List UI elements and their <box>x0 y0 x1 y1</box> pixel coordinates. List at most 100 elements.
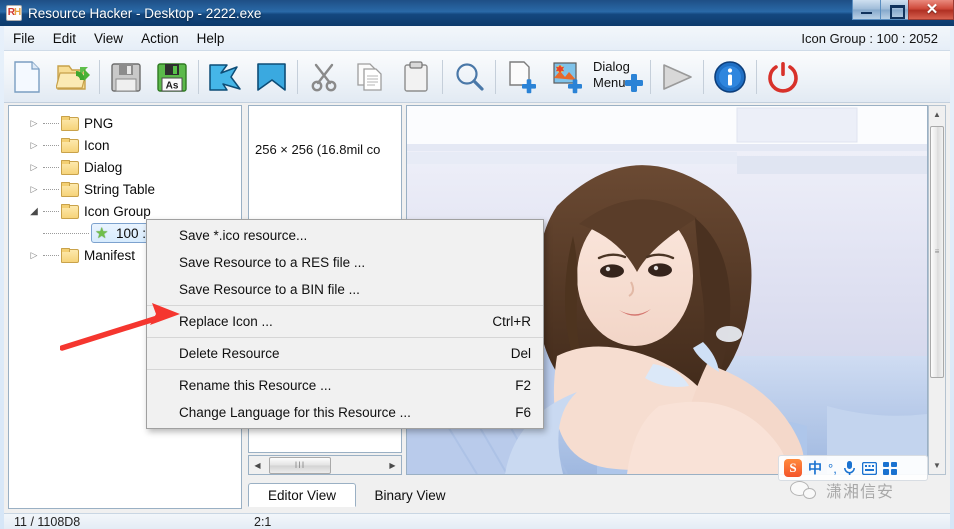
maximize-button[interactable] <box>880 0 909 20</box>
vscroll-thumb[interactable]: ≡ <box>930 126 944 378</box>
folder-icon <box>61 248 78 262</box>
scissors-icon <box>308 61 340 93</box>
tree-connector <box>43 211 59 212</box>
context-menu-item-rename-resource[interactable]: Rename this Resource ... F2 <box>147 372 543 399</box>
sogou-logo-icon[interactable]: S <box>784 459 802 477</box>
minimize-button[interactable] <box>852 0 881 20</box>
new-file-button[interactable] <box>4 54 50 100</box>
open-file-button[interactable] <box>50 54 96 100</box>
magnifier-icon <box>453 61 485 93</box>
expander-icon[interactable]: ▷ <box>25 184 43 195</box>
new-file-icon <box>12 60 42 94</box>
image-dimensions-label: 256 × 256 (16.8mil co <box>255 142 380 157</box>
context-menu-item-delete-resource[interactable]: Delete Resource Del <box>147 340 543 367</box>
toolbar-separator <box>297 60 298 94</box>
menu-separator <box>147 305 543 306</box>
menu-help[interactable]: Help <box>188 28 234 49</box>
vertical-scrollbar[interactable]: ▲ ≡ ▼ <box>928 105 946 475</box>
copy-pages-icon <box>354 61 386 93</box>
add-binary-button[interactable] <box>499 54 545 100</box>
dialog-menu-line2: Menu <box>593 75 626 90</box>
menu-item-label: Save Resource to a RES file ... <box>179 255 365 270</box>
context-menu-item-save-ico[interactable]: Save *.ico resource... <box>147 222 543 249</box>
vscroll-grip-icon: ≡ <box>935 251 940 253</box>
horizontal-scrollbar[interactable]: ◀ III ▶ <box>248 455 402 475</box>
tree-item-icon[interactable]: ▷ Icon <box>13 134 241 156</box>
cut-button[interactable] <box>301 54 347 100</box>
paste-button[interactable] <box>393 54 439 100</box>
copy-button[interactable] <box>347 54 393 100</box>
save-as-button[interactable]: As <box>149 54 195 100</box>
context-menu-item-save-bin[interactable]: Save Resource to a BIN file ... <box>147 276 543 303</box>
collapse-icon[interactable]: ◢ <box>25 206 43 217</box>
window-controls: ✕ <box>853 0 954 26</box>
add-resource-icon <box>505 60 539 94</box>
context-menu-item-save-res[interactable]: Save Resource to a RES file ... <box>147 249 543 276</box>
scroll-right-arrow-icon[interactable]: ▶ <box>384 457 401 474</box>
hscroll-thumb[interactable]: III <box>269 457 331 474</box>
expander-icon[interactable]: ▷ <box>25 250 43 261</box>
tab-label: Binary View <box>374 488 445 503</box>
resource-context-menu[interactable]: Save *.ico resource... Save Resource to … <box>146 219 544 429</box>
tree-item-png[interactable]: ▷ PNG <box>13 112 241 134</box>
close-icon: ✕ <box>909 0 954 20</box>
find-button[interactable] <box>446 54 492 100</box>
menu-view[interactable]: View <box>85 28 132 49</box>
tree-item-dialog[interactable]: ▷ Dialog <box>13 156 241 178</box>
ime-mode-chinese[interactable]: 中 <box>808 458 822 478</box>
tree-item-label: Icon <box>84 138 110 153</box>
tab-editor-view[interactable]: Editor View <box>248 483 356 507</box>
toolbar-separator <box>442 60 443 94</box>
tab-binary-view[interactable]: Binary View <box>356 483 464 507</box>
menu-separator <box>147 369 543 370</box>
context-menu-item-replace-icon[interactable]: Replace Icon ... Ctrl+R <box>147 308 543 335</box>
menu-edit[interactable]: Edit <box>44 28 85 49</box>
expander-icon[interactable]: ▷ <box>25 140 43 151</box>
status-offset: 11 / 1108D8 <box>4 515 248 529</box>
menu-item-label: Replace Icon ... <box>179 314 273 329</box>
folder-icon <box>61 138 78 152</box>
keyboard-icon[interactable] <box>862 462 877 475</box>
toolbar-separator <box>756 60 757 94</box>
ime-punctuation-icon[interactable]: °, <box>828 461 837 476</box>
tree-item-string-table[interactable]: ▷ String Table <box>13 178 241 200</box>
status-bar: 11 / 1108D8 2:1 <box>4 513 950 529</box>
green-star-icon: ★ <box>95 226 110 241</box>
tree-item-label: Icon Group <box>84 204 151 219</box>
menu-action[interactable]: Action <box>132 28 188 49</box>
folder-icon <box>61 182 78 196</box>
run-button[interactable] <box>654 54 700 100</box>
exit-button[interactable] <box>760 54 806 100</box>
plus-badge-icon <box>625 74 643 92</box>
apps-grid-icon[interactable] <box>883 462 897 475</box>
tree-item-label: Manifest <box>84 248 135 263</box>
microphone-icon[interactable] <box>843 460 856 476</box>
tree-item-label: String Table <box>84 182 155 197</box>
window-title: Resource Hacker - Desktop - 2222.exe <box>28 6 853 21</box>
app-icon: RH <box>6 5 22 21</box>
dialog-menu-button[interactable]: Dialog Menu <box>591 54 647 100</box>
menu-item-label: Rename this Resource ... <box>179 378 331 393</box>
compile-script-button[interactable] <box>202 54 248 100</box>
about-button[interactable] <box>707 54 753 100</box>
tree-item-label: PNG <box>84 116 113 131</box>
tree-connector <box>43 145 59 146</box>
menu-item-accelerator: F6 <box>487 405 531 420</box>
menu-item-label: Save *.ico resource... <box>179 228 307 243</box>
dialog-menu-line1: Dialog <box>593 59 630 74</box>
menu-item-label: Change Language for this Resource ... <box>179 405 411 420</box>
expander-icon[interactable]: ▷ <box>25 162 43 173</box>
save-button[interactable] <box>103 54 149 100</box>
add-image-button[interactable] <box>545 54 591 100</box>
scroll-up-arrow-icon[interactable]: ▲ <box>929 106 945 123</box>
open-folder-icon <box>56 61 90 93</box>
sogou-ime-toolbar[interactable]: S 中 °, <box>778 455 928 481</box>
expander-icon[interactable]: ▷ <box>25 118 43 129</box>
toolbar-separator <box>99 60 100 94</box>
scroll-left-arrow-icon[interactable]: ◀ <box>249 457 266 474</box>
close-button[interactable]: ✕ <box>908 0 954 20</box>
context-menu-item-change-language[interactable]: Change Language for this Resource ... F6 <box>147 399 543 426</box>
show-script-button[interactable] <box>248 54 294 100</box>
menu-file[interactable]: File <box>4 28 44 49</box>
scroll-down-arrow-icon[interactable]: ▼ <box>929 457 945 474</box>
